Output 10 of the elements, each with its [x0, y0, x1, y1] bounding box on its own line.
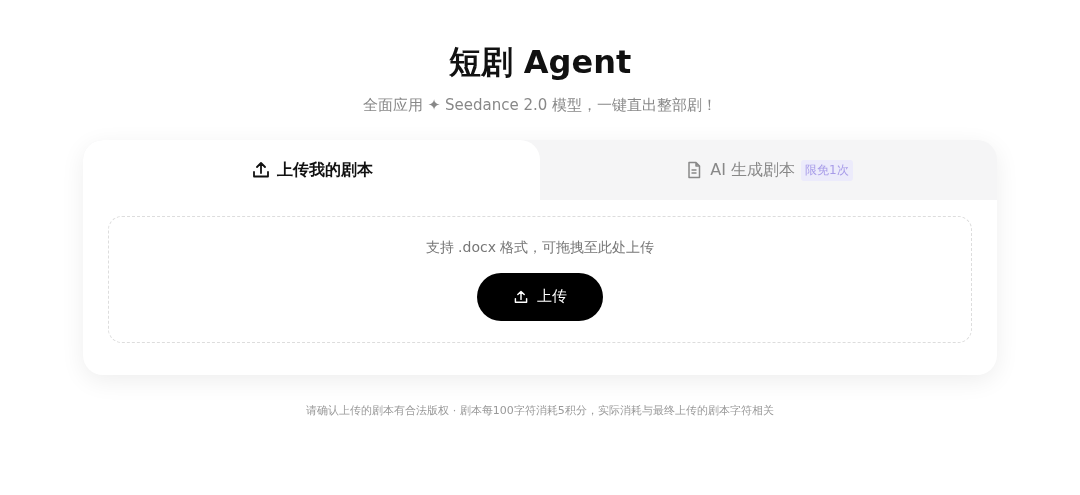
upload-icon: [250, 160, 271, 180]
upload-icon: [513, 288, 529, 305]
tab[interactable]: 上传我的剧本: [83, 140, 540, 200]
footer-note: 请确认上传的剧本有合法版权 · 剧本每100字符消耗5积分，实际消耗与最终上传的剧本字符相关: [306, 403, 774, 418]
format-hint: 支持 .docx 格式，可拖拽至此处上传: [425, 238, 655, 257]
page-subtitle: 全面应用 ✦ Seedance 2.0 模型，一键直出整部剧！: [362, 95, 718, 116]
upload-button[interactable]: 上传: [477, 272, 603, 321]
drop-zone[interactable]: 支持 .docx 格式，可拖拽至此处上传 上传: [108, 216, 972, 343]
free-trial-badge: 限免1次: [801, 159, 853, 181]
page-title: 短剧 Agent: [448, 42, 632, 83]
